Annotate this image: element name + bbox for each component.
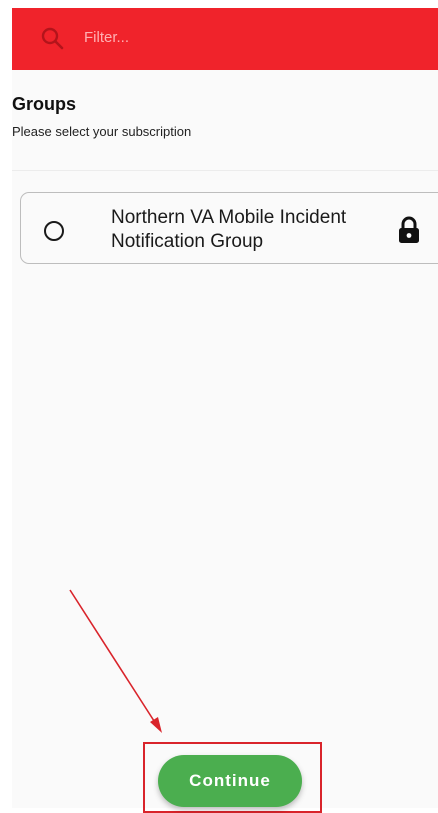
top-search-bar <box>12 8 438 70</box>
filter-input[interactable] <box>84 24 384 50</box>
app-screen: Groups Please select your subscription N… <box>12 8 438 808</box>
continue-button[interactable]: Continue <box>158 755 302 807</box>
section-divider <box>12 170 438 171</box>
page-subtitle: Please select your subscription <box>12 124 192 139</box>
group-option-northern-va[interactable]: Northern VA Mobile Incident Notification… <box>20 192 438 264</box>
lock-icon <box>399 216 419 243</box>
group-radio-button[interactable] <box>44 221 64 241</box>
page-title: Groups <box>12 94 77 114</box>
search-icon[interactable] <box>40 26 66 52</box>
group-name-label: Northern VA Mobile Incident Notification… <box>111 207 347 252</box>
